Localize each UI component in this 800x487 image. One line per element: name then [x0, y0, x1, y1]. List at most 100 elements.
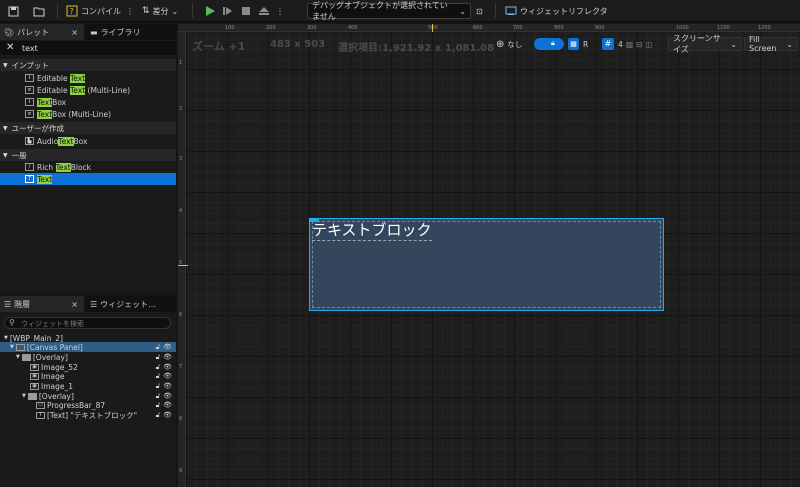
palette-item-text-box-multiline[interactable]: ≡ TextBox (Multi-Line): [0, 108, 176, 120]
category-common[interactable]: ▼ 一般: [0, 149, 176, 161]
step-button[interactable]: [222, 2, 234, 20]
palette-item-editable-text-multiline[interactable]: ≡ Editable Text (Multi-Line): [0, 84, 176, 96]
debug-object-dropdown[interactable]: デバッグオブジェクトが選択されていません ⌄: [307, 1, 471, 21]
localization-preview[interactable]: ⊕ なし: [496, 37, 522, 51]
caret-down-icon: ▼: [16, 354, 20, 360]
palette-item-text-box[interactable]: I TextBox: [0, 96, 176, 108]
tree-item-canvas-panel[interactable]: ▼ [Canvas Panel] 🔓︎ 👁︎: [0, 342, 176, 352]
eject-button[interactable]: [258, 2, 270, 20]
palette-search-box[interactable]: ✕ text: [0, 41, 176, 55]
canvas-size-label: 483 x 503: [270, 39, 326, 50]
tab-library-label: ライブラリ: [100, 27, 141, 37]
ruler-label: 1200: [758, 25, 771, 31]
selection-size-label: 選択項目:1,921.92 x 1,081.08: [338, 43, 495, 54]
ruler-label: 7: [179, 364, 183, 370]
ruler-label: 4: [179, 208, 183, 214]
palette-item-editable-text[interactable]: I Editable Text: [0, 72, 176, 84]
designer-canvas[interactable]: 100 200 300 400 500 600 700 800 900 1000…: [178, 24, 800, 487]
find-icon: ⊡: [476, 6, 483, 16]
lock-icon[interactable]: 🔓︎: [156, 353, 161, 362]
lock-toggle[interactable]: 🔒︎: [534, 38, 564, 50]
close-icon[interactable]: ×: [71, 28, 78, 37]
lock-icon: 🔒︎: [551, 39, 555, 47]
text-block-widget[interactable]: テキストブロック: [312, 219, 432, 241]
fill-screen-dropdown[interactable]: Fill Screen ⌄: [744, 35, 798, 53]
main-toolbar: ? コンパイル ⋮ ⇅ 差分 ⌄ ⋮ デバッグオブジェクトが選択されていません …: [0, 0, 800, 22]
widget-reflector-button[interactable]: ウィジェットリフレクタ: [505, 2, 608, 20]
grid-icon: #: [604, 39, 612, 48]
play-button[interactable]: [204, 2, 216, 20]
compile-options-icon[interactable]: ⋮: [126, 7, 134, 16]
hierarchy-search-box[interactable]: ⚲ ウィジェットを検索: [4, 317, 171, 329]
palette-item-rich-text-block[interactable]: / Rich TextBlock: [0, 161, 176, 173]
anchor-handle[interactable]: [309, 218, 319, 222]
lock-icon[interactable]: 🔓︎: [156, 372, 161, 381]
palette-item-text[interactable]: T Text: [0, 173, 176, 185]
svg-text:?: ?: [70, 7, 74, 16]
preview-toggles[interactable]: ▨ ⊟ ◫: [626, 37, 652, 51]
layout-icon: ▦: [570, 40, 577, 48]
ruler-label: 400: [348, 25, 358, 31]
tab-palette[interactable]: 🎨︎ パレット ×: [0, 24, 84, 40]
chevron-down-icon: ⌄: [786, 39, 793, 49]
localization-label: なし: [507, 39, 523, 49]
tree-item-image[interactable]: ▣ Image 🔓︎ 👁︎: [0, 371, 176, 381]
selected-widget-outline[interactable]: テキストブロック: [309, 218, 664, 311]
tree-item-text[interactable]: T [Text] "テキストブロック" 🔓︎ 👁︎: [0, 410, 176, 420]
palette-panel: 🎨︎ パレット × ▬ ライブラリ ✕ text ▼ インプット I Edita…: [0, 24, 176, 293]
eye-icon[interactable]: 👁︎: [163, 372, 172, 381]
tab-library[interactable]: ▬ ライブラリ: [86, 24, 174, 40]
lock-icon[interactable]: 🔓︎: [156, 401, 161, 410]
caret-down-icon: ▼: [4, 335, 8, 341]
clear-search-icon[interactable]: ✕: [6, 42, 14, 53]
zoom-label: ズーム +1: [192, 40, 246, 53]
compile-button[interactable]: ? コンパイル ⋮: [66, 2, 134, 20]
fill-screen-label: Fill Screen: [749, 35, 777, 53]
tab-bind-widgets-label: ウィジェット...: [100, 299, 156, 309]
reflector-icon: [505, 6, 517, 15]
eye-icon[interactable]: 👁︎: [163, 343, 172, 352]
diff-button[interactable]: ⇅ 差分 ⌄: [142, 2, 178, 20]
category-input[interactable]: ▼ インプット: [0, 59, 176, 71]
browse-button[interactable]: [33, 2, 45, 20]
tree-item-overlay[interactable]: ▼ [Overlay] 🔓︎ 👁︎: [0, 352, 176, 362]
lock-icon[interactable]: 🔓︎: [156, 343, 161, 352]
ruler-label: 300: [307, 25, 317, 31]
ruler-label: 200: [266, 25, 276, 31]
chevron-down-icon: ⌄: [459, 6, 466, 16]
tree-item-image-1[interactable]: ▣ Image_1 🔓︎ 👁︎: [0, 381, 176, 391]
diff-label: 差分: [152, 6, 169, 16]
save-button[interactable]: [8, 2, 19, 20]
grid-size[interactable]: 4: [618, 37, 623, 51]
stop-button[interactable]: [240, 2, 252, 20]
grid-snap-toggle[interactable]: #: [602, 38, 614, 50]
eye-icon[interactable]: 👁︎: [163, 401, 172, 410]
find-debug-button[interactable]: ⊡: [476, 2, 483, 20]
category-user-created[interactable]: ▼ ユーザーが作成: [0, 122, 176, 134]
screen-size-dropdown[interactable]: スクリーンサイズ ⌄: [668, 34, 742, 54]
text-box-multiline-icon: ≡: [25, 110, 34, 118]
close-icon[interactable]: ×: [71, 300, 78, 309]
user-widget-icon: ▙: [25, 137, 34, 145]
respect-locks-button[interactable]: ▦: [568, 38, 579, 50]
category-label: インプット: [11, 60, 49, 70]
palette-search-input[interactable]: text: [22, 44, 38, 53]
caret-down-icon: ▼: [22, 393, 26, 399]
tree-item-progressbar[interactable]: ▭ ProgressBar_87 🔓︎ 👁︎: [0, 400, 176, 410]
hierarchy-search-input[interactable]: ウィジェットを検索: [21, 319, 84, 329]
r-toggle[interactable]: R: [583, 37, 588, 51]
tab-bind-widgets[interactable]: ☰ ウィジェット...: [86, 296, 176, 312]
rich-text-icon: /: [25, 163, 34, 171]
play-options-button[interactable]: ⋮: [276, 2, 284, 20]
text-icon: T: [25, 175, 34, 183]
chevron-down-icon: ⌄: [730, 39, 737, 49]
tab-hierarchy[interactable]: ☰ 階層 ×: [0, 296, 84, 312]
hierarchy-panel: ☰ 階層 × ☰ ウィジェット... ⚲ ウィジェットを検索 ▼ [WBP_Ma…: [0, 296, 176, 487]
lock-icon[interactable]: 🔓︎: [156, 411, 161, 420]
eye-icon[interactable]: 👁︎: [163, 353, 172, 362]
eye-icon[interactable]: 👁︎: [163, 382, 172, 391]
eye-icon[interactable]: 👁︎: [163, 411, 172, 420]
lock-icon[interactable]: 🔓︎: [156, 382, 161, 391]
palette-item-audio-text-box[interactable]: ▙ AudioTextBox: [0, 135, 176, 147]
category-label: ユーザーが作成: [11, 123, 64, 133]
